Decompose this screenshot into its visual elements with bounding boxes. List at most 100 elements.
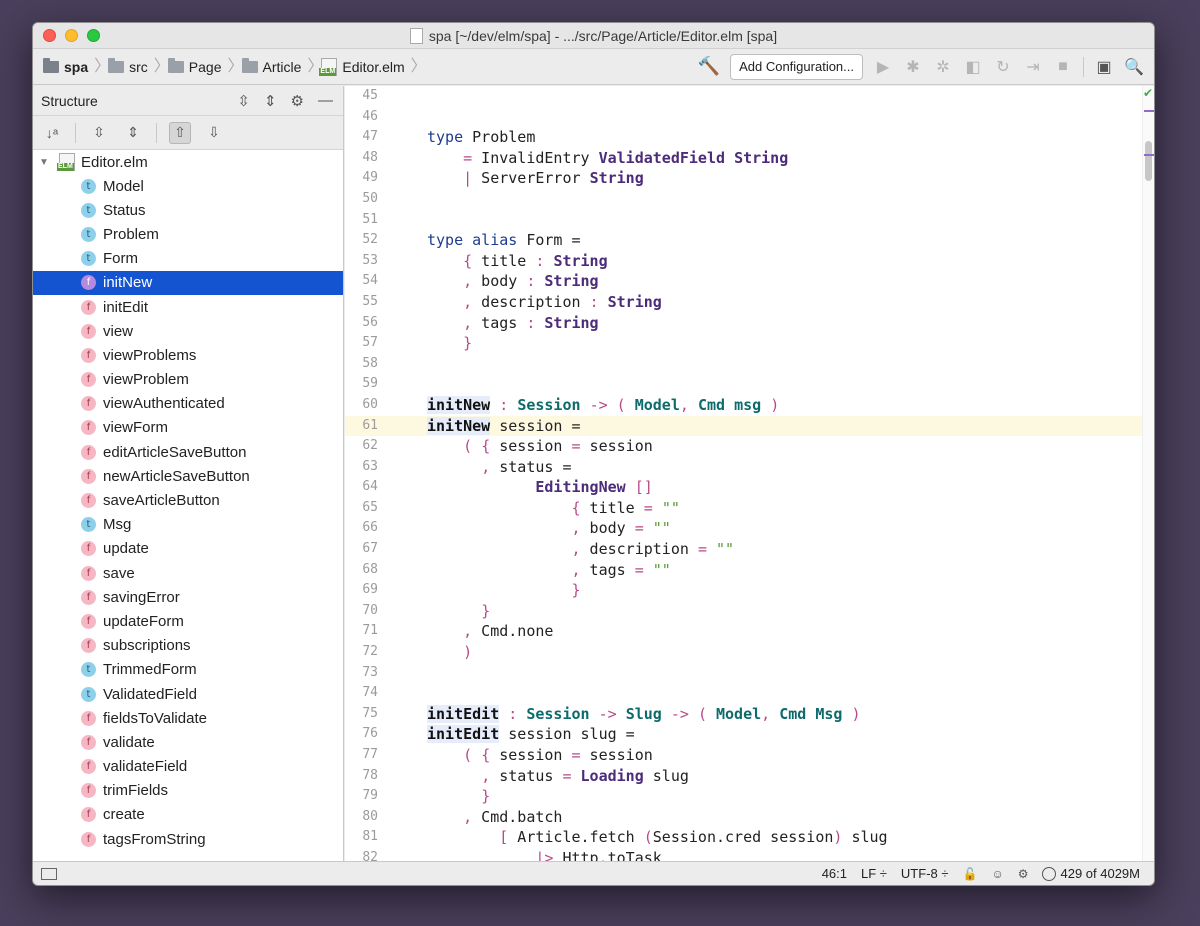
settings-icon[interactable]: ⚙ (1018, 867, 1029, 881)
code-line[interactable]: 54 , body : String (345, 271, 1142, 292)
tree-item[interactable]: t Form (33, 247, 343, 271)
line-number[interactable]: 57 (345, 333, 378, 354)
line-number[interactable]: 52 (345, 230, 378, 251)
tree-item[interactable]: t ValidatedField (33, 682, 343, 706)
code-line[interactable]: 53 { title : String (345, 251, 1142, 272)
collapse-icon[interactable]: ⇕ (122, 122, 144, 144)
line-number[interactable]: 78 (345, 766, 378, 787)
code-line[interactable]: 70 } (345, 601, 1142, 622)
gear-icon[interactable]: ⚙ (291, 92, 304, 110)
code-line[interactable]: 82 |> Http.toTask (345, 848, 1142, 861)
line-text[interactable]: ) (427, 642, 472, 663)
line-number[interactable]: 69 (345, 580, 378, 601)
code-line[interactable]: 56 , tags : String (345, 313, 1142, 334)
line-number[interactable]: 47 (345, 127, 378, 148)
line-number[interactable]: 73 (345, 663, 378, 684)
run-coverage-icon[interactable]: ✲ (933, 57, 953, 77)
line-text[interactable]: } (427, 580, 581, 601)
tree-item[interactable]: f validateField (33, 755, 343, 779)
line-text[interactable]: , description = "" (427, 539, 735, 560)
code-line[interactable]: 73 (345, 663, 1142, 684)
breadcrumb-item[interactable]: src (108, 57, 154, 75)
line-number[interactable]: 55 (345, 292, 378, 313)
code-line[interactable]: 67 , description = "" (345, 539, 1142, 560)
tree-item[interactable]: f save (33, 561, 343, 585)
tree-item[interactable]: t Model (33, 174, 343, 198)
code-line[interactable]: 51 (345, 210, 1142, 231)
line-number[interactable]: 71 (345, 621, 378, 642)
line-text[interactable]: , status = Loading slug (427, 766, 689, 787)
line-text[interactable]: , Cmd.none (427, 621, 553, 642)
line-text[interactable]: initNew session = (427, 416, 581, 437)
line-number[interactable]: 59 (345, 374, 378, 395)
tree-item[interactable]: f viewForm (33, 416, 343, 440)
code-line[interactable]: 50 (345, 189, 1142, 210)
line-text[interactable]: = InvalidEntry ValidatedField String (427, 148, 788, 169)
line-number[interactable]: 66 (345, 518, 378, 539)
code-line[interactable]: 69 } (345, 580, 1142, 601)
line-number[interactable]: 79 (345, 786, 378, 807)
code-line[interactable]: 57 } (345, 333, 1142, 354)
debug-icon[interactable]: ✱ (903, 57, 923, 77)
line-text[interactable]: type alias Form = (427, 230, 581, 251)
zoom-window-button[interactable] (87, 29, 100, 42)
line-text[interactable]: |> Http.toTask (427, 848, 661, 861)
line-text[interactable]: , status = (427, 457, 571, 478)
breadcrumb-item[interactable]: spa (43, 57, 94, 75)
line-text[interactable]: EditingNew [] (427, 477, 652, 498)
tree-item[interactable]: f newArticleSaveButton (33, 464, 343, 488)
autoscroll-from-source-icon[interactable]: ⇩ (203, 122, 225, 144)
tree-item[interactable]: f viewProblems (33, 343, 343, 367)
line-number[interactable]: 48 (345, 148, 378, 169)
tree-item[interactable]: t Status (33, 198, 343, 222)
line-text[interactable]: initEdit : Session -> Slug -> ( Model, C… (427, 704, 861, 725)
code-line[interactable]: 63 , status = (345, 457, 1142, 478)
build-hammer-icon[interactable]: 🔨 (698, 56, 720, 77)
tree-item[interactable]: f validate (33, 730, 343, 754)
breadcrumb-item[interactable]: Page (167, 57, 228, 75)
line-text[interactable]: ( { session = session (427, 436, 653, 457)
step-icon[interactable]: ⇥ (1023, 57, 1043, 77)
code-line[interactable]: 46 (345, 107, 1142, 128)
tree-item[interactable]: t Msg (33, 513, 343, 537)
code-line[interactable]: 77 ( { session = session (345, 745, 1142, 766)
memory-indicator[interactable]: 429 of 4029M (1042, 866, 1140, 881)
run-icon[interactable]: ▶ (873, 57, 893, 77)
line-number[interactable]: 65 (345, 498, 378, 519)
expand-all-icon[interactable]: ⇳ (237, 92, 250, 110)
code-line[interactable]: 52 type alias Form = (345, 230, 1142, 251)
stripe-marker[interactable] (1144, 110, 1154, 112)
line-text[interactable]: } (427, 601, 490, 622)
code-editor[interactable]: 45 46 47 type Problem 48 = InvalidEntry Vali… (345, 86, 1154, 861)
line-number[interactable]: 77 (345, 745, 378, 766)
code-line[interactable]: 60 initNew : Session -> ( Model, Cmd msg … (345, 395, 1142, 416)
line-number[interactable]: 75 (345, 704, 378, 725)
search-icon[interactable]: 🔍 (1124, 57, 1144, 77)
line-number[interactable]: 80 (345, 807, 378, 828)
line-text[interactable]: , body : String (427, 271, 598, 292)
line-number[interactable]: 70 (345, 601, 378, 622)
line-number[interactable]: 46 (345, 107, 378, 128)
line-text[interactable]: initNew : Session -> ( Model, Cmd msg ) (427, 395, 779, 416)
code-line[interactable]: 68 , tags = "" (345, 560, 1142, 581)
tree-item[interactable]: f viewProblem (33, 368, 343, 392)
tree-item[interactable]: t TrimmedForm (33, 658, 343, 682)
line-number[interactable]: 60 (345, 395, 378, 416)
code-line[interactable]: 47 type Problem (345, 127, 1142, 148)
run-again-icon[interactable]: ↻ (993, 57, 1013, 77)
line-number[interactable]: 67 (345, 539, 378, 560)
line-text[interactable]: , body = "" (427, 518, 671, 539)
line-number[interactable]: 68 (345, 560, 378, 581)
breadcrumb-item[interactable]: ELM Editor.elm (319, 57, 410, 76)
line-text[interactable]: initEdit session slug = (427, 724, 635, 745)
tree-item[interactable]: f viewAuthenticated (33, 392, 343, 416)
code-line[interactable]: 81 [ Article.fetch (Session.cred session… (345, 827, 1142, 848)
autoscroll-to-source-icon[interactable]: ⇧ (169, 121, 191, 144)
tree-item[interactable]: f update (33, 537, 343, 561)
line-number[interactable]: 54 (345, 271, 378, 292)
line-text[interactable]: { title : String (427, 251, 608, 272)
line-number[interactable]: 81 (345, 827, 378, 848)
breadcrumb-item[interactable]: Article (241, 57, 308, 75)
code-line[interactable]: 55 , description : String (345, 292, 1142, 313)
line-separator[interactable]: LF ÷ (861, 866, 887, 881)
